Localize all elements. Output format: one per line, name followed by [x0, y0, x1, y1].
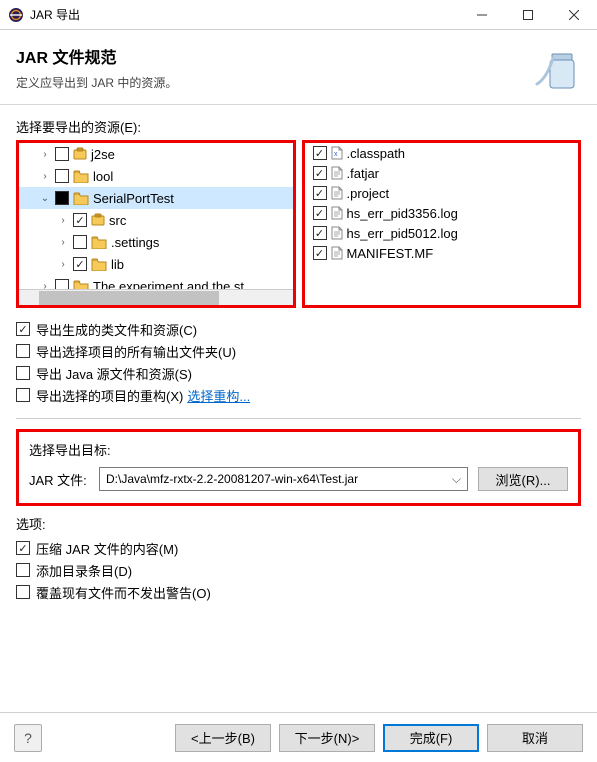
file-row[interactable]: hs_err_pid5012.log — [305, 223, 579, 243]
file-label: MANIFEST.MF — [347, 246, 434, 261]
file-label: .project — [347, 186, 390, 201]
file-checkbox[interactable] — [313, 166, 327, 180]
expand-icon[interactable]: › — [37, 149, 53, 160]
file-row[interactable]: .fatjar — [305, 163, 579, 183]
maximize-button[interactable] — [505, 0, 551, 30]
option-label: 导出 Java 源文件和资源(S) — [36, 364, 192, 383]
file-label: .classpath — [347, 146, 406, 161]
file-checkbox[interactable] — [313, 206, 327, 220]
file-row[interactable]: x .classpath — [305, 143, 579, 163]
option-label: 导出生成的类文件和资源(C) — [36, 320, 197, 339]
option-checkbox[interactable] — [16, 388, 30, 402]
option-label: 导出选择的项目的重构(X) — [36, 386, 183, 405]
header: JAR 文件规范 定义应导出到 JAR 中的资源。 — [0, 30, 597, 105]
h-scrollbar[interactable] — [19, 289, 293, 305]
finish-button[interactable]: 完成(F) — [383, 724, 479, 752]
option-checkbox[interactable] — [16, 322, 30, 336]
option-row: 添加目录条目(D) — [16, 559, 581, 581]
file-row[interactable]: MANIFEST.MF — [305, 243, 579, 263]
back-button[interactable]: <上一步(B) — [175, 724, 271, 752]
expand-icon[interactable]: › — [37, 171, 53, 182]
file-checkbox[interactable] — [313, 226, 327, 240]
file-row[interactable]: hs_err_pid3356.log — [305, 203, 579, 223]
tree-item[interactable]: › lib — [19, 253, 293, 275]
page-desc: 定义应导出到 JAR 中的资源。 — [16, 74, 533, 91]
option-label: 添加目录条目(D) — [36, 561, 132, 580]
tree-checkbox[interactable] — [73, 213, 87, 227]
file-label: hs_err_pid3356.log — [347, 206, 458, 221]
file-checkbox[interactable] — [313, 246, 327, 260]
file-checkbox[interactable] — [313, 186, 327, 200]
option-checkbox[interactable] — [16, 344, 30, 358]
option-label: 压缩 JAR 文件的内容(M) — [36, 539, 178, 558]
file-list[interactable]: x .classpath .fatjar .project hs_err_pid… — [302, 140, 582, 308]
svg-text:x: x — [334, 151, 338, 158]
tree-checkbox[interactable] — [55, 147, 69, 161]
jar-file-label: JAR 文件: — [29, 470, 89, 489]
next-button[interactable]: 下一步(N)> — [279, 724, 375, 752]
close-button[interactable] — [551, 0, 597, 30]
tree-checkbox[interactable] — [55, 191, 69, 205]
option-checkbox[interactable] — [16, 541, 30, 555]
options-label: 选项: — [16, 514, 581, 533]
jar-options: 压缩 JAR 文件的内容(M) 添加目录条目(D) 覆盖现有文件而不发出警告(O… — [16, 537, 581, 603]
resources-label: 选择要导出的资源(E): — [16, 117, 581, 136]
tree-highlight-box: › j2se › lool ⌄ SerialPortTest › src › .… — [16, 140, 296, 308]
divider — [16, 418, 581, 419]
tree-item-label: .settings — [111, 235, 159, 250]
jar-icon — [533, 44, 581, 92]
option-row: 导出 Java 源文件和资源(S) — [16, 362, 581, 384]
window-title: JAR 导出 — [30, 6, 459, 23]
expand-icon[interactable]: › — [55, 237, 71, 248]
tree-item[interactable]: › j2se — [19, 143, 293, 165]
tree-item[interactable]: › lool — [19, 165, 293, 187]
file-label: .fatjar — [347, 166, 380, 181]
jar-file-value: D:\Java\mfz-rxtx-2.2-20081207-win-x64\Te… — [106, 472, 447, 486]
expand-icon[interactable]: › — [55, 215, 71, 226]
expand-icon[interactable]: ⌄ — [37, 193, 53, 204]
file-checkbox[interactable] — [313, 146, 327, 160]
tree-checkbox[interactable] — [55, 169, 69, 183]
tree-item[interactable]: › src — [19, 209, 293, 231]
browse-button[interactable]: 浏览(R)... — [478, 467, 568, 491]
tree-item-label: src — [109, 213, 126, 228]
tree-item-label: lib — [111, 257, 124, 272]
option-row: 导出选择项目的所有输出文件夹(U) — [16, 340, 581, 362]
tree-checkbox[interactable] — [73, 257, 87, 271]
jar-file-combo[interactable]: D:\Java\mfz-rxtx-2.2-20081207-win-x64\Te… — [99, 467, 468, 491]
option-label: 导出选择项目的所有输出文件夹(U) — [36, 342, 236, 361]
file-row[interactable]: .project — [305, 183, 579, 203]
expand-icon[interactable]: › — [55, 259, 71, 270]
option-checkbox[interactable] — [16, 563, 30, 577]
option-row: 压缩 JAR 文件的内容(M) — [16, 537, 581, 559]
option-row: 导出选择的项目的重构(X) 选择重构... — [16, 384, 581, 406]
resource-tree[interactable]: › j2se › lool ⌄ SerialPortTest › src › .… — [19, 143, 293, 305]
option-checkbox[interactable] — [16, 585, 30, 599]
tree-item[interactable]: ⌄ SerialPortTest — [19, 187, 293, 209]
refactor-link[interactable]: 选择重构... — [187, 386, 250, 405]
minimize-button[interactable] — [459, 0, 505, 30]
help-button[interactable]: ? — [14, 724, 42, 752]
tree-item-label: SerialPortTest — [93, 191, 174, 206]
tree-item-label: j2se — [91, 147, 115, 162]
dest-highlight-box: 选择导出目标: JAR 文件: D:\Java\mfz-rxtx-2.2-200… — [16, 429, 581, 506]
cancel-button[interactable]: 取消 — [487, 724, 583, 752]
option-checkbox[interactable] — [16, 366, 30, 380]
file-label: hs_err_pid5012.log — [347, 226, 458, 241]
page-title: JAR 文件规范 — [16, 44, 533, 68]
titlebar: JAR 导出 — [0, 0, 597, 30]
eclipse-icon — [8, 7, 24, 23]
tree-item-label: lool — [93, 169, 113, 184]
option-label: 覆盖现有文件而不发出警告(O) — [36, 583, 211, 602]
export-options: 导出生成的类文件和资源(C) 导出选择项目的所有输出文件夹(U) 导出 Java… — [16, 318, 581, 406]
option-row: 导出生成的类文件和资源(C) — [16, 318, 581, 340]
option-row: 覆盖现有文件而不发出警告(O) — [16, 581, 581, 603]
footer: ? <上一步(B) 下一步(N)> 完成(F) 取消 — [0, 712, 597, 762]
tree-item[interactable]: › .settings — [19, 231, 293, 253]
dest-label: 选择导出目标: — [29, 440, 568, 459]
tree-checkbox[interactable] — [73, 235, 87, 249]
